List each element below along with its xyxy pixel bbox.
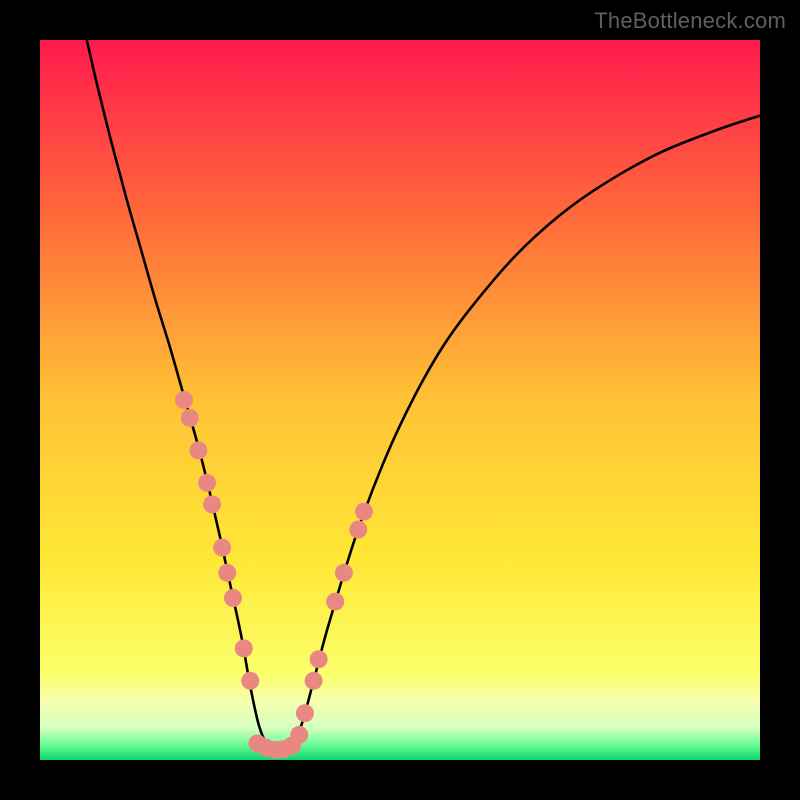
chart-frame: TheBottleneck.com [0,0,800,800]
marker-dot [181,409,199,427]
marker-dot [310,650,328,668]
marker-dot [224,589,242,607]
marker-dot [283,737,301,755]
marker-dot [241,672,259,690]
marker-dot [189,441,207,459]
marker-dot [175,391,193,409]
marker-dot [355,503,373,521]
marker-dot [335,564,353,582]
marker-dot [305,672,323,690]
marker-dot [326,593,344,611]
marker-dot [213,539,231,557]
marker-dot [296,704,314,722]
marker-dot [198,474,216,492]
plot-area [40,40,760,760]
curve-layer [40,40,760,760]
marker-dot [218,564,236,582]
watermark-text: TheBottleneck.com [594,8,786,34]
marker-dot [235,639,253,657]
marker-dot [203,495,221,513]
marker-layer [175,391,373,759]
marker-dot [349,521,367,539]
